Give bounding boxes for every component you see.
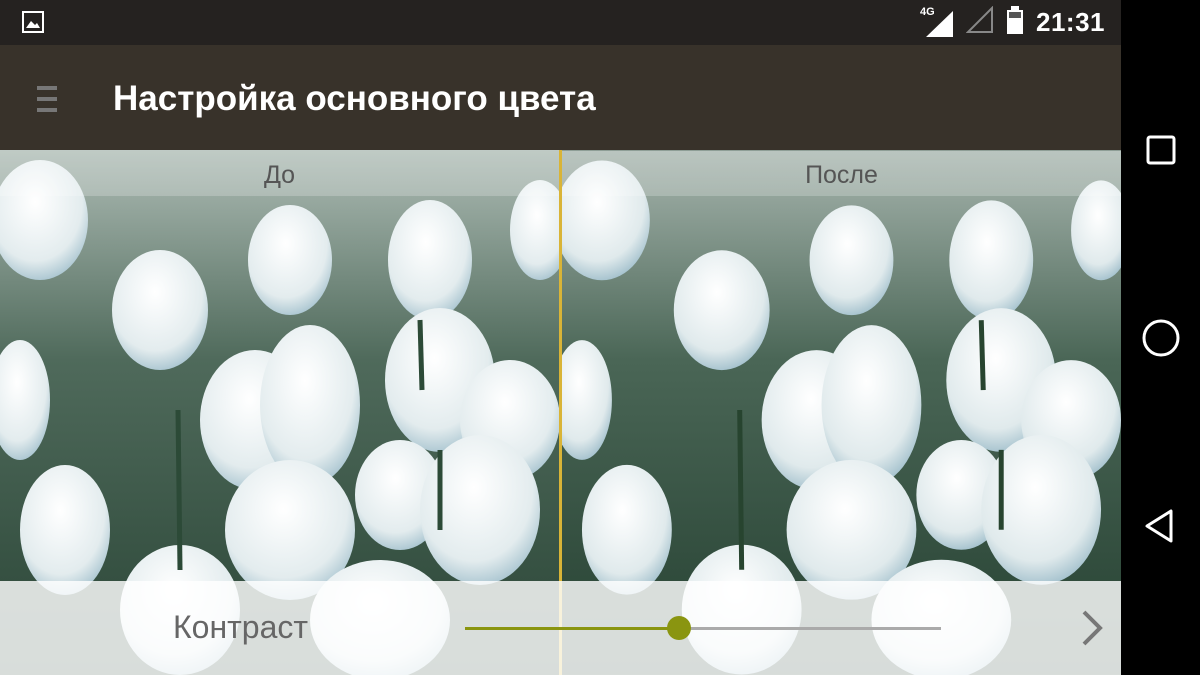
before-label: До — [0, 150, 559, 196]
clock: 21:31 — [1036, 7, 1105, 37]
signal-empty-icon — [965, 5, 994, 39]
square-icon[interactable] — [1141, 130, 1181, 170]
chevron-right-icon[interactable] — [1074, 608, 1110, 648]
status-bar: 4G 21:31 — [0, 0, 1121, 45]
adjustment-panel: Контраст — [0, 581, 1121, 675]
after-label: После — [562, 150, 1121, 196]
battery-icon — [1006, 5, 1024, 40]
page-title: Настройка основного цвета — [113, 79, 596, 118]
circle-icon[interactable] — [1141, 318, 1181, 358]
image-icon — [22, 11, 44, 33]
signal-4g-icon: 4G — [920, 6, 954, 38]
slider-fill — [465, 627, 680, 630]
contrast-slider[interactable] — [465, 616, 941, 640]
compare-view[interactable]: До После Контраст — [0, 150, 1121, 675]
app-bar: Настройка основного цвета — [0, 45, 1121, 150]
triangle-back-icon[interactable] — [1141, 506, 1181, 546]
menu-icon[interactable] — [34, 83, 60, 115]
system-nav-bar — [1121, 0, 1200, 675]
adjustment-label: Контраст — [173, 609, 309, 645]
slider-thumb[interactable] — [667, 616, 692, 640]
